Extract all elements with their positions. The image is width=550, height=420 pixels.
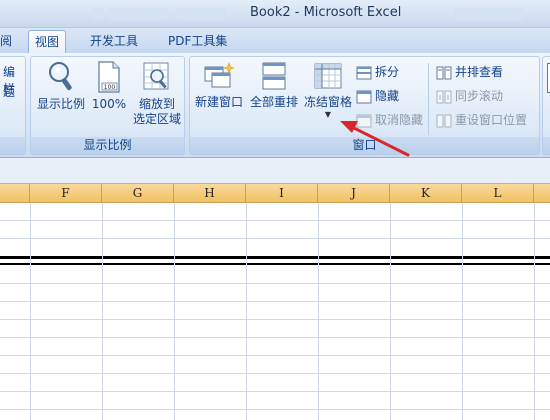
annotation-arrow xyxy=(340,121,410,157)
